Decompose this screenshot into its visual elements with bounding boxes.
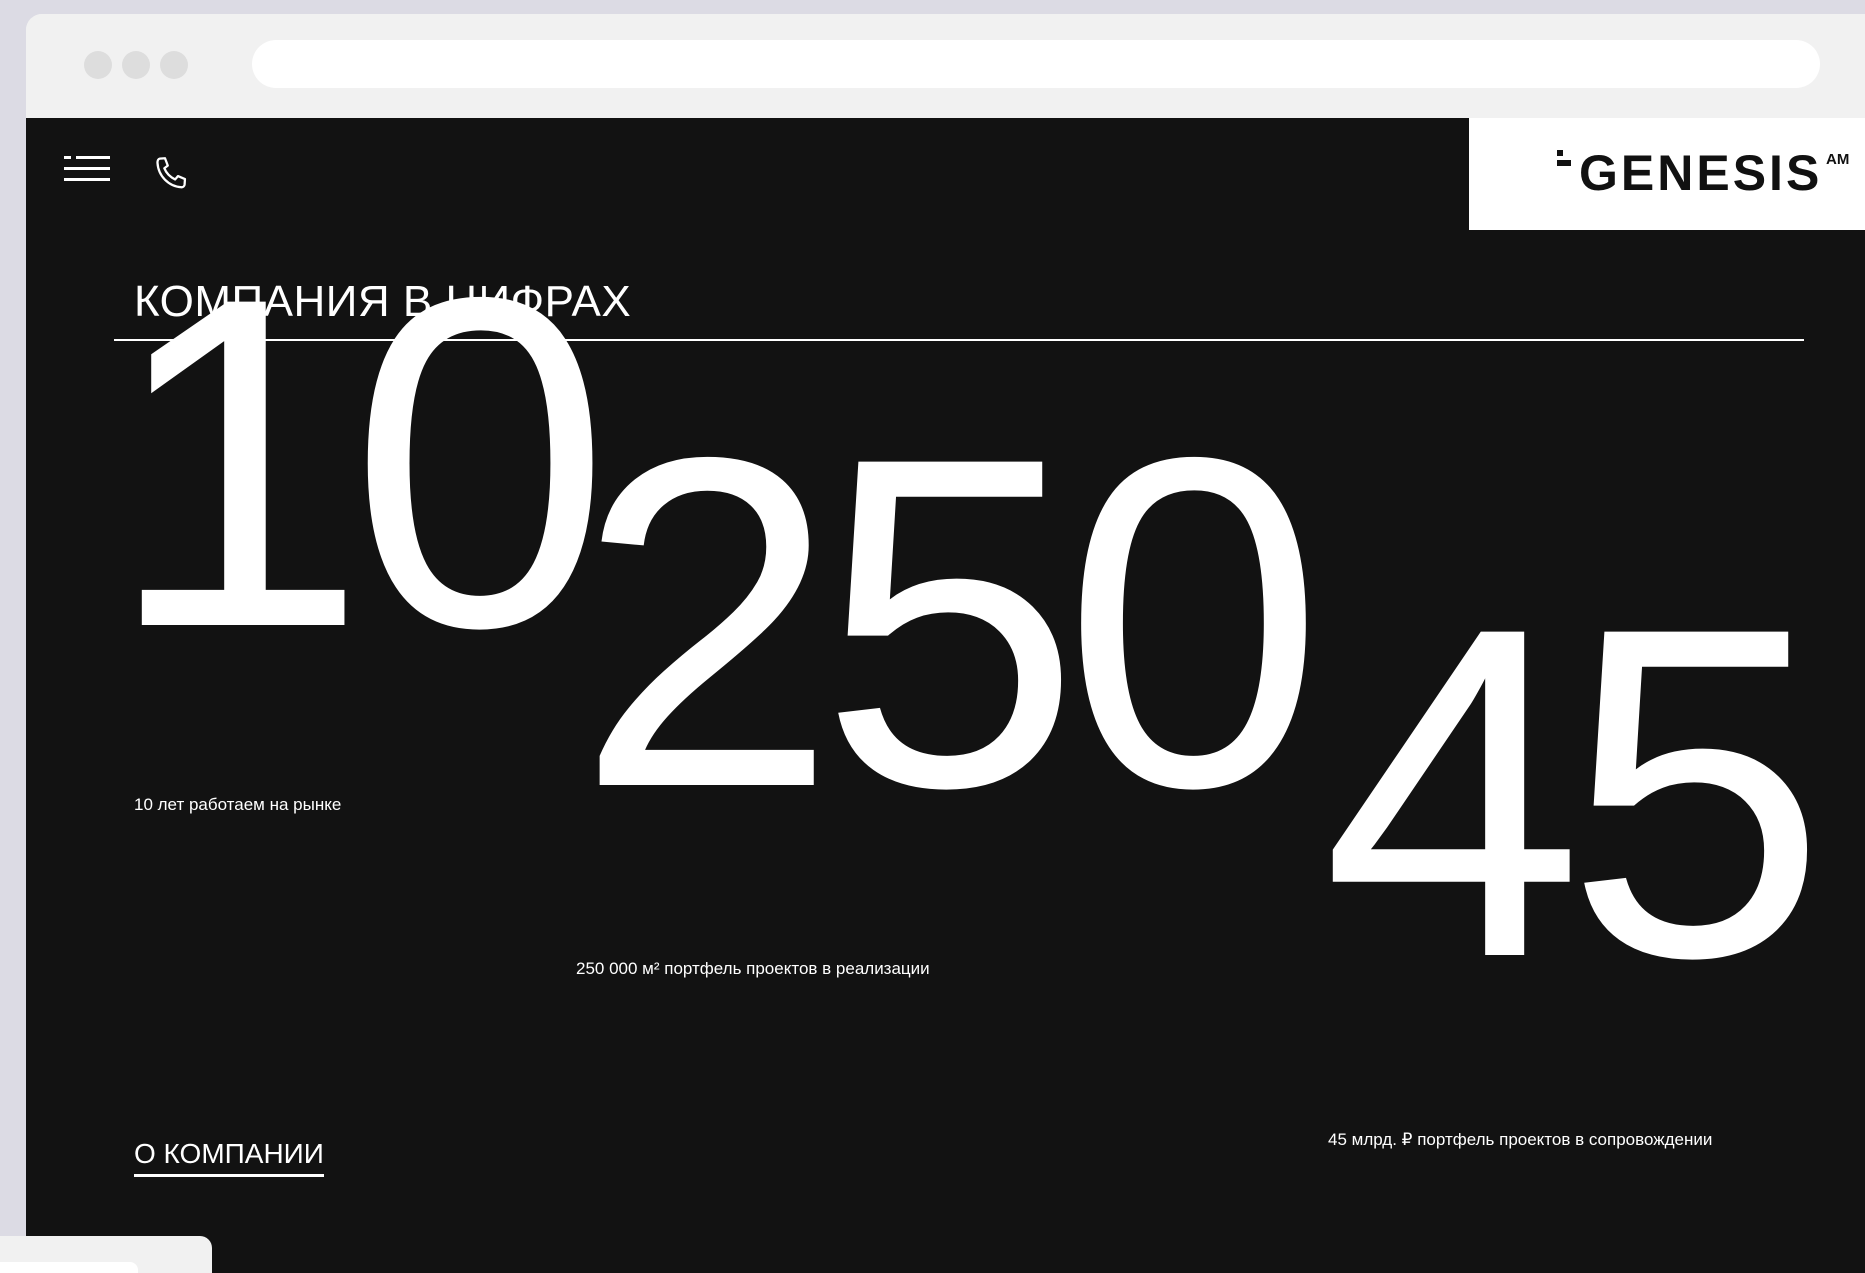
browser-window: GENESIS AM КОМПАНИЯ В ЦИФРАХ 10 10 лет р…	[26, 14, 1865, 1273]
logo-text: GENESIS	[1579, 145, 1823, 201]
window-control-dot[interactable]	[160, 51, 188, 79]
stat-caption-portfolio: 45 млрд. ₽ портфель проектов в сопровожд…	[1328, 1130, 1713, 1149]
stat-value-years: 10	[106, 200, 611, 725]
logo-superscript: AM	[1826, 151, 1850, 168]
address-bar[interactable]	[252, 40, 1820, 88]
stat-caption-years: 10 лет работаем на рынке	[134, 795, 342, 814]
stat-caption-area: 250 000 м² портфель проектов в реализаци…	[576, 959, 930, 978]
stat-value-portfolio: 45	[1322, 530, 1827, 1055]
stats-page: GENESIS AM КОМПАНИЯ В ЦИФРАХ 10 10 лет р…	[26, 118, 1865, 1273]
browser-chrome	[26, 14, 1865, 118]
logo-mark-icon	[1557, 150, 1571, 166]
window-control-dot[interactable]	[84, 51, 112, 79]
about-company-link[interactable]: О КОМПАНИИ	[134, 1140, 324, 1177]
logo[interactable]: GENESIS AM	[1469, 118, 1865, 230]
overlay-card-inner	[0, 1262, 138, 1273]
window-control-dot[interactable]	[122, 51, 150, 79]
phone-icon[interactable]	[151, 153, 193, 195]
stat-value-area: 250	[576, 360, 1324, 885]
menu-icon[interactable]	[64, 156, 110, 182]
